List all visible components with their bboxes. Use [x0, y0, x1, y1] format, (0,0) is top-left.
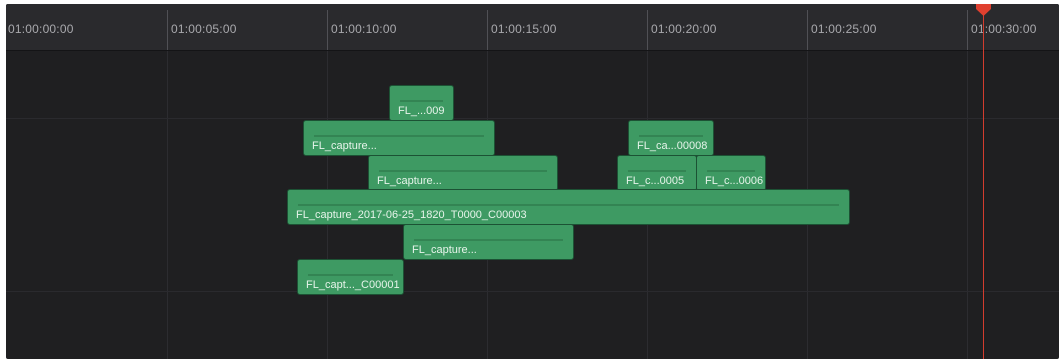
- clip-waveform: [707, 170, 755, 172]
- timeline-clip[interactable]: FL_...009: [389, 85, 454, 121]
- ruler-timecode: 01:00:25:00: [811, 22, 877, 36]
- clip-waveform: [639, 135, 703, 137]
- timeline-clip[interactable]: FL_capture...: [403, 224, 574, 260]
- timecode-ruler[interactable]: 01:00:00:00 01:00:05:00 01:00:10:00 01:0…: [6, 4, 1059, 51]
- ruler-tick-line: [327, 10, 328, 50]
- clip-waveform: [414, 239, 563, 241]
- clip-waveform: [314, 135, 484, 137]
- playhead-line[interactable]: [983, 4, 984, 359]
- clip-name: FL_capt..._C00001: [306, 279, 400, 291]
- timeline-clip[interactable]: FL_ca...00008: [628, 120, 714, 156]
- track-separator: [6, 291, 1059, 292]
- clip-waveform: [628, 170, 686, 172]
- ruler-timecode: 01:00:30:00: [971, 22, 1037, 36]
- ruler-timecode: 01:00:15:00: [491, 22, 557, 36]
- ruler-timecode: 01:00:05:00: [171, 22, 237, 36]
- timeline-clip[interactable]: FL_c...0006: [696, 155, 766, 191]
- clip-waveform: [400, 100, 443, 102]
- clip-name: FL_c...0006: [705, 175, 764, 187]
- clip-name: FL_capture...: [412, 244, 477, 256]
- ruler-tick-line: [167, 10, 168, 50]
- clip-waveform: [308, 274, 393, 276]
- timeline-panel: 01:00:00:00 01:00:05:00 01:00:10:00 01:0…: [6, 4, 1059, 359]
- timeline-clip[interactable]: FL_capt..._C00001: [297, 259, 404, 295]
- ruler-tick-line: [807, 10, 808, 50]
- playhead-marker-icon[interactable]: [975, 4, 992, 17]
- ruler-timecode: 01:00:10:00: [331, 22, 397, 36]
- clip-name: FL_capture...: [377, 175, 442, 187]
- grid-line: [167, 51, 168, 359]
- timeline-clip[interactable]: FL_capture...: [368, 155, 558, 191]
- clip-name: FL_...009: [398, 105, 445, 117]
- clip-waveform: [298, 204, 839, 206]
- ruler-timecode: 01:00:00:00: [8, 22, 74, 36]
- ruler-tick-line: [647, 10, 648, 50]
- ruler-tick-line: [967, 10, 968, 50]
- timeline-clip[interactable]: FL_c...0005: [617, 155, 697, 191]
- clip-name: FL_capture...: [312, 140, 377, 152]
- clip-name: FL_capture_2017-06-25_1820_T0000_C00003: [296, 209, 527, 221]
- ruler-tick-line: [487, 10, 488, 50]
- clip-waveform: [379, 170, 547, 172]
- timeline-clip[interactable]: FL_capture...: [303, 120, 495, 156]
- clip-name: FL_c...0005: [626, 175, 685, 187]
- ruler-timecode: 01:00:20:00: [651, 22, 717, 36]
- grid-line: [967, 51, 968, 359]
- track-separator: [6, 118, 1059, 119]
- clip-name: FL_ca...00008: [637, 140, 708, 152]
- timeline-clip[interactable]: FL_capture_2017-06-25_1820_T0000_C00003: [287, 189, 850, 225]
